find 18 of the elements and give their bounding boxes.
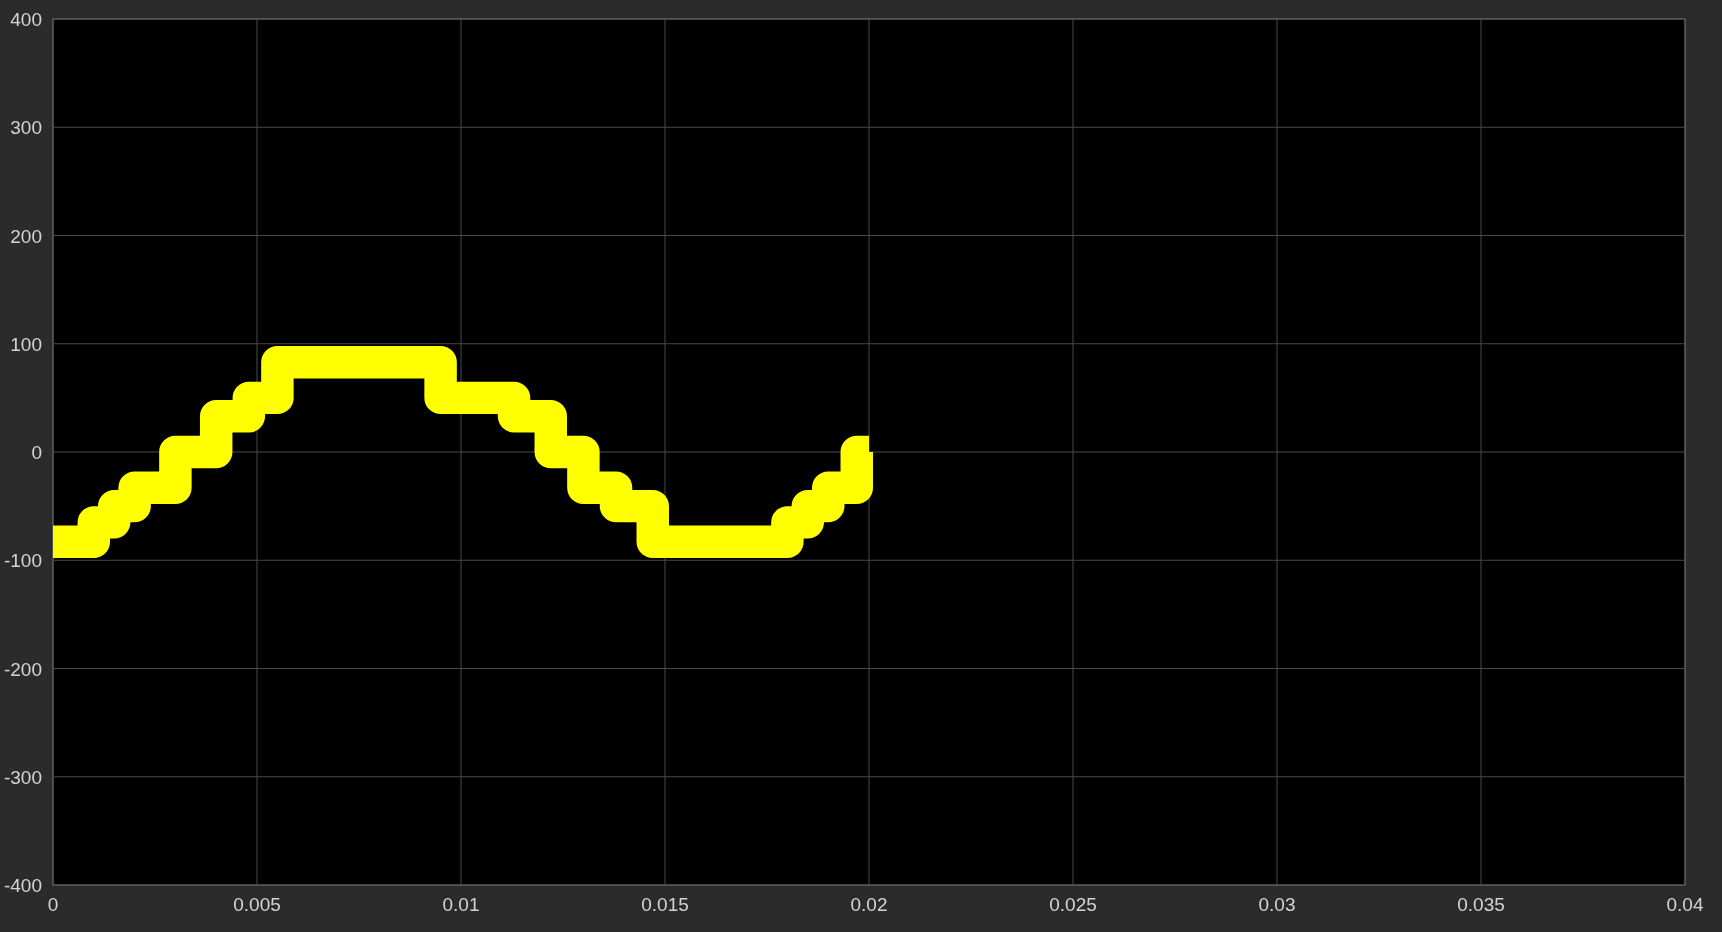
x-tick-label: 0.04 [1666, 894, 1704, 915]
x-tick-label: 0.01 [442, 894, 480, 915]
x-tick-label: 0.02 [850, 894, 888, 915]
y-tick-label: -100 [3, 550, 42, 572]
x-tick-label: 0 [47, 894, 59, 915]
y-tick-label: -400 [3, 875, 42, 896]
x-tick-label: 0.015 [641, 894, 689, 915]
y-tick-label: 400 [10, 9, 42, 30]
y-tick-label: -300 [3, 766, 42, 788]
x-tick-label: 0.005 [233, 894, 281, 915]
x-tick-label: 0.035 [1457, 894, 1505, 915]
x-tick-label: 0.025 [1049, 894, 1097, 915]
y-tick-label: 300 [10, 117, 42, 139]
y-tick-label: 200 [10, 225, 42, 247]
y-tick-label: -200 [3, 658, 42, 680]
y-tick-label: 0 [31, 442, 42, 463]
x-tick-label: 0.03 [1258, 894, 1296, 915]
y-tick-label: 100 [10, 333, 42, 355]
